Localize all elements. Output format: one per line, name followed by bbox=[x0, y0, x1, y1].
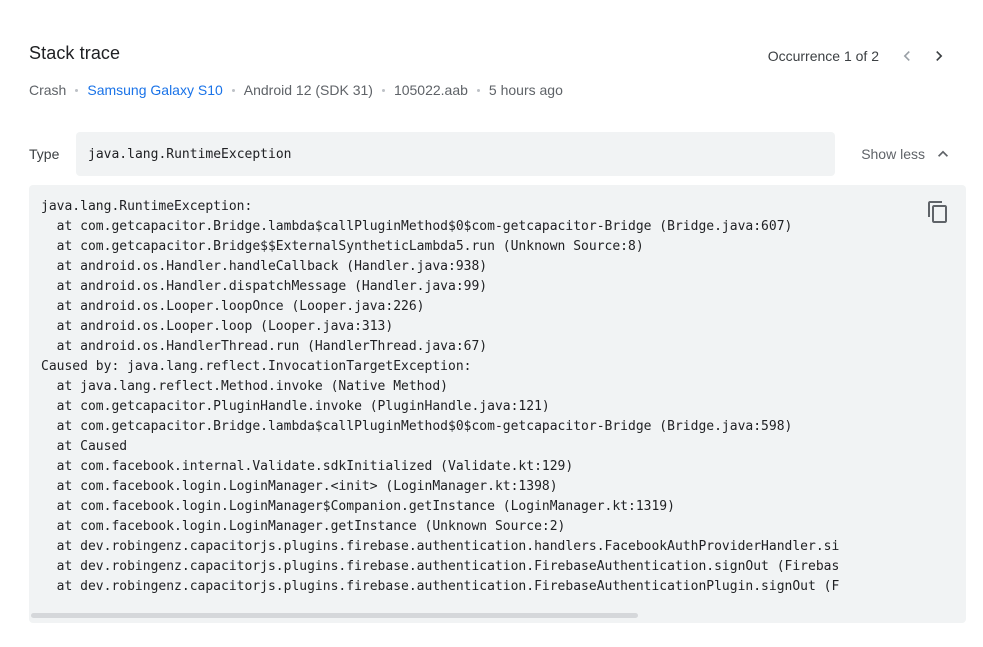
timestamp: 5 hours ago bbox=[488, 82, 563, 98]
stack-trace-line: at android.os.Looper.loopOnce (Looper.ja… bbox=[41, 299, 425, 314]
stack-trace-line: at com.getcapacitor.Bridge$$ExternalSynt… bbox=[41, 239, 644, 254]
stack-trace-line: at com.facebook.internal.Validate.sdkIni… bbox=[41, 459, 574, 474]
show-less-toggle[interactable]: Show less bbox=[861, 142, 953, 166]
previous-occurrence-button[interactable] bbox=[891, 40, 923, 72]
stack-trace-content[interactable]: java.lang.RuntimeException: at com.getca… bbox=[41, 197, 915, 607]
type-label: Type bbox=[29, 146, 60, 162]
stack-trace-line: at Caused bbox=[41, 439, 128, 454]
stack-trace-line: Caused by: java.lang.reflect.InvocationT… bbox=[41, 359, 472, 374]
show-less-label: Show less bbox=[861, 146, 925, 162]
device-link[interactable]: Samsung Galaxy S10 bbox=[87, 82, 222, 98]
crash-metadata: Crash Samsung Galaxy S10 Android 12 (SDK… bbox=[29, 82, 563, 98]
separator-dot bbox=[476, 88, 480, 92]
stack-trace-line: at com.facebook.login.LoginManager.getIn… bbox=[41, 519, 566, 534]
stack-trace-panel: Stack trace Occurrence 1 of 2 Crash Sams… bbox=[0, 0, 983, 647]
stack-trace-line: at android.os.Handler.handleCallback (Ha… bbox=[41, 259, 488, 274]
stack-trace-line: at java.lang.reflect.Method.invoke (Nati… bbox=[41, 379, 448, 394]
build-version: 105022.aab bbox=[393, 82, 468, 98]
issue-type: Crash bbox=[29, 82, 67, 98]
stack-trace-line: at com.getcapacitor.Bridge.lambda$callPl… bbox=[41, 219, 793, 234]
stack-trace-line: at android.os.HandlerThread.run (Handler… bbox=[41, 339, 488, 354]
next-occurrence-button[interactable] bbox=[923, 40, 955, 72]
os-version: Android 12 (SDK 31) bbox=[243, 82, 373, 98]
separator-dot bbox=[231, 88, 235, 92]
separator-dot bbox=[381, 88, 385, 92]
stack-trace-line: at dev.robingenz.capacitorjs.plugins.fir… bbox=[41, 579, 840, 594]
stack-trace-line: at com.getcapacitor.Bridge.lambda$callPl… bbox=[41, 419, 793, 434]
stack-trace-line: at android.os.Looper.loop (Looper.java:3… bbox=[41, 319, 394, 334]
stack-trace-line: at android.os.Handler.dispatchMessage (H… bbox=[41, 279, 488, 294]
chevron-left-icon bbox=[903, 51, 910, 61]
stack-trace-line: at com.facebook.login.LoginManager$Compa… bbox=[41, 499, 675, 514]
stack-trace-line: at com.facebook.login.LoginManager.<init… bbox=[41, 479, 558, 494]
stack-trace-line: at dev.robingenz.capacitorjs.plugins.fir… bbox=[41, 539, 840, 554]
separator-dot bbox=[75, 88, 79, 92]
stack-trace-line: java.lang.RuntimeException: bbox=[41, 199, 253, 214]
scrollbar-thumb[interactable] bbox=[31, 613, 638, 618]
copy-icon bbox=[928, 201, 947, 223]
chevron-right-icon bbox=[936, 51, 943, 61]
stack-trace-line: at dev.robingenz.capacitorjs.plugins.fir… bbox=[41, 559, 840, 574]
copy-button[interactable] bbox=[926, 200, 950, 224]
page-title: Stack trace bbox=[29, 43, 121, 63]
stack-trace-box: java.lang.RuntimeException: at com.getca… bbox=[29, 185, 966, 623]
chevron-up-icon bbox=[938, 150, 948, 157]
stack-trace-line: at com.getcapacitor.PluginHandle.invoke … bbox=[41, 399, 550, 414]
horizontal-scrollbar[interactable] bbox=[29, 613, 966, 619]
exception-type-field: java.lang.RuntimeException bbox=[76, 132, 835, 176]
occurrence-navigator: Occurrence 1 of 2 bbox=[768, 40, 955, 72]
occurrence-label: Occurrence 1 of 2 bbox=[767, 48, 879, 64]
